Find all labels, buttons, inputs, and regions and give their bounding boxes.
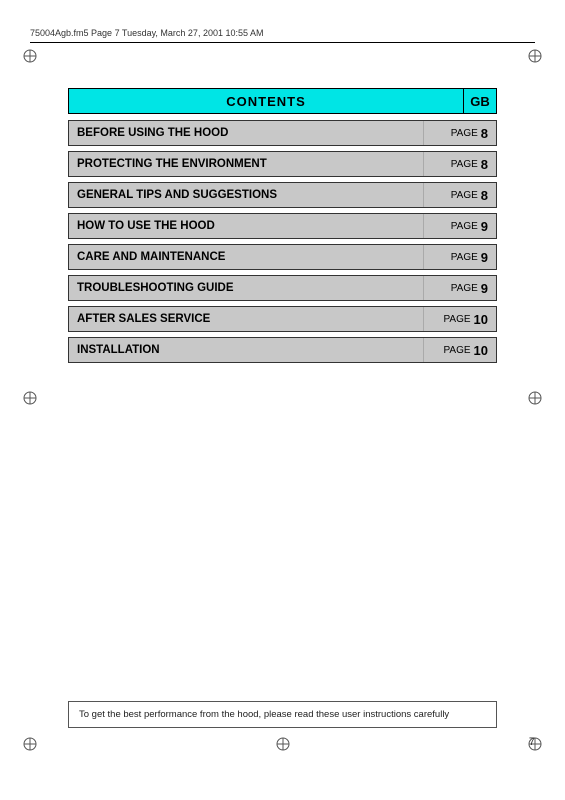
page-label: PAGE (451, 221, 478, 232)
toc-row: TROUBLESHOOTING GUIDEPAGE9 (68, 275, 497, 301)
reg-mark-mid-right (527, 390, 543, 406)
reg-mark-bottom-mid (275, 736, 291, 752)
toc-row-page: PAGE 10 (424, 338, 496, 362)
page-num: 9 (481, 250, 488, 265)
page-label: PAGE (451, 190, 478, 201)
page-number: 7 (529, 736, 535, 748)
toc-row-title: AFTER SALES SERVICE (69, 307, 424, 331)
page-label: PAGE (451, 159, 478, 170)
toc-row-title: GENERAL TIPS AND SUGGESTIONS (69, 183, 424, 207)
page: 75004Agb.fm5 Page 7 Tuesday, March 27, 2… (0, 0, 565, 800)
toc-row-title: INSTALLATION (69, 338, 424, 362)
toc-row-page: PAGE8 (424, 152, 496, 176)
footer-note-text: To get the best performance from the hoo… (79, 709, 449, 720)
toc-row: GENERAL TIPS AND SUGGESTIONSPAGE8 (68, 182, 497, 208)
page-num: 8 (481, 188, 488, 203)
page-num: 8 (481, 157, 488, 172)
contents-title: CONTENTS (68, 88, 463, 114)
page-label: PAGE (443, 345, 470, 356)
toc-row-page: PAGE8 (424, 183, 496, 207)
page-num: 9 (481, 281, 488, 296)
page-num: 8 (481, 126, 488, 141)
toc-row: CARE AND MAINTENANCEPAGE9 (68, 244, 497, 270)
reg-mark-top-right (527, 48, 543, 64)
toc-container: BEFORE USING THE HOODPAGE8PROTECTING THE… (68, 120, 497, 363)
contents-gb-label: GB (463, 88, 497, 114)
page-num: 10 (474, 343, 488, 358)
toc-row-page: PAGE 10 (424, 307, 496, 331)
toc-row: PROTECTING THE ENVIRONMENTPAGE8 (68, 151, 497, 177)
toc-row: INSTALLATION PAGE 10 (68, 337, 497, 363)
toc-row-page: PAGE8 (424, 121, 496, 145)
header-rule (30, 42, 535, 43)
toc-row-title: PROTECTING THE ENVIRONMENT (69, 152, 424, 176)
toc-row: BEFORE USING THE HOODPAGE8 (68, 120, 497, 146)
reg-mark-bottom-left (22, 736, 38, 752)
page-label: PAGE (443, 314, 470, 325)
content-area: CONTENTS GB BEFORE USING THE HOODPAGE8PR… (68, 88, 497, 368)
toc-row: HOW TO USE THE HOODPAGE9 (68, 213, 497, 239)
page-label: PAGE (451, 283, 478, 294)
toc-row-page: PAGE9 (424, 214, 496, 238)
page-num: 10 (474, 312, 488, 327)
toc-row-title: BEFORE USING THE HOOD (69, 121, 424, 145)
toc-row-title: CARE AND MAINTENANCE (69, 245, 424, 269)
reg-mark-top-left (22, 48, 38, 64)
toc-row-title: HOW TO USE THE HOOD (69, 214, 424, 238)
toc-row-page: PAGE9 (424, 276, 496, 300)
toc-row-title: TROUBLESHOOTING GUIDE (69, 276, 424, 300)
contents-header: CONTENTS GB (68, 88, 497, 114)
reg-mark-mid-left (22, 390, 38, 406)
header-line: 75004Agb.fm5 Page 7 Tuesday, March 27, 2… (30, 28, 535, 38)
header-text: 75004Agb.fm5 Page 7 Tuesday, March 27, 2… (30, 28, 264, 38)
page-num: 9 (481, 219, 488, 234)
toc-row-page: PAGE9 (424, 245, 496, 269)
page-label: PAGE (451, 252, 478, 263)
footer-note: To get the best performance from the hoo… (68, 701, 497, 728)
page-label: PAGE (451, 128, 478, 139)
toc-row: AFTER SALES SERVICE PAGE 10 (68, 306, 497, 332)
